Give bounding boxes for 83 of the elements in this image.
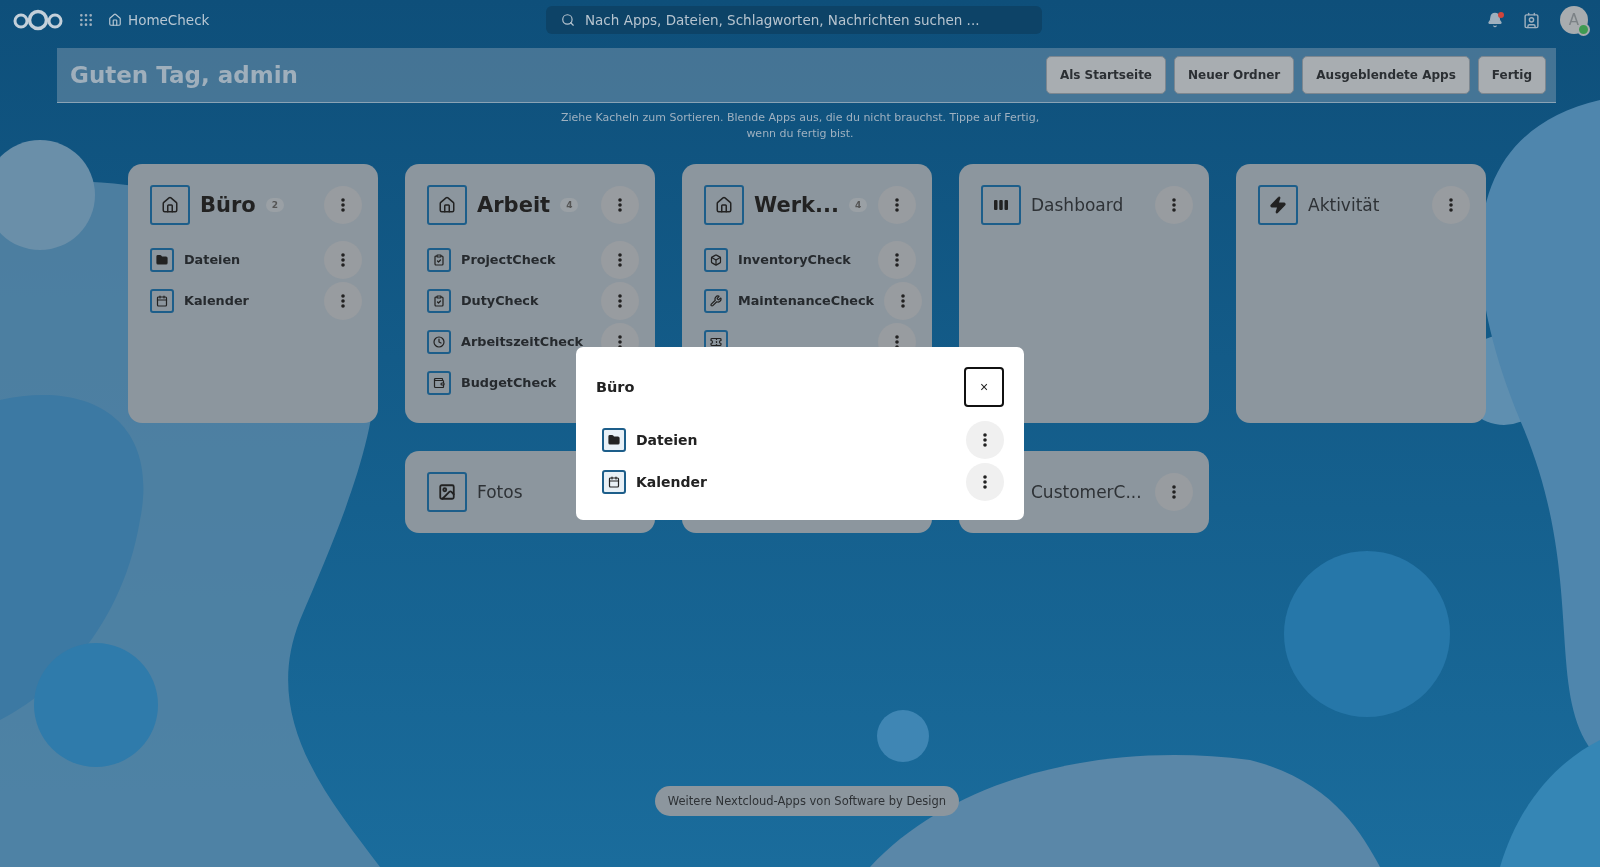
app-link[interactable]: HomeCheck — [108, 12, 210, 28]
header-button[interactable]: Neuer Ordner — [1174, 56, 1295, 94]
bars-icon — [981, 185, 1021, 225]
folder-icon — [150, 247, 174, 272]
wrench-icon — [704, 288, 728, 313]
app-name[interactable]: ProjectCheck — [461, 252, 556, 267]
search-field[interactable]: Nach Apps, Dateien, Schlagworten, Nachrichten suchen ... — [546, 6, 1042, 34]
menu-button[interactable] — [966, 421, 1004, 459]
more-icon — [983, 433, 987, 447]
house-icon — [150, 185, 190, 225]
folder-title: Büro — [200, 193, 256, 217]
menu-button[interactable] — [1155, 186, 1193, 224]
app-title: Dashboard — [1031, 195, 1124, 215]
more-icon — [341, 198, 345, 212]
menu-button[interactable] — [1155, 473, 1193, 511]
image-icon — [427, 472, 467, 512]
header-button[interactable]: Fertig — [1477, 56, 1546, 94]
item-count: 4 — [560, 198, 579, 212]
more-icon — [983, 475, 987, 489]
more-icon — [1172, 198, 1176, 212]
house-icon — [427, 185, 467, 225]
app-name[interactable]: DutyCheck — [461, 293, 539, 308]
more-icon — [895, 334, 899, 349]
folder-title: Arbeit — [477, 193, 551, 217]
clock-icon — [427, 329, 451, 354]
menu-button[interactable] — [884, 281, 923, 320]
app-title: Fotos — [477, 482, 523, 502]
menu-button[interactable] — [601, 186, 639, 224]
app-name[interactable]: Kalender — [184, 293, 249, 308]
more-icon — [618, 252, 622, 267]
more-icon — [618, 334, 622, 349]
more-icon — [1172, 485, 1176, 499]
contacts-icon[interactable] — [1523, 11, 1540, 29]
app-card[interactable]: Aktivität — [1236, 164, 1486, 423]
menu-button[interactable] — [601, 240, 639, 279]
hint-text: Ziehe Kacheln zum Sortieren. Blende Apps aus, die du nicht brauchst. Tippe auf Fertig, wenn du fertig bist. — [560, 110, 1040, 142]
bell-icon[interactable] — [1487, 12, 1503, 28]
header-button[interactable]: Als Startseite — [1045, 56, 1166, 94]
more-icon — [618, 198, 622, 212]
item-count: 4 — [848, 198, 868, 212]
dialog-title: Büro — [596, 379, 635, 395]
logo-icon[interactable] — [12, 9, 64, 31]
more-icon — [901, 293, 906, 308]
more-icon — [1449, 198, 1453, 212]
menu-button[interactable] — [966, 463, 1004, 501]
folder-title: Werk... — [754, 193, 839, 217]
more-icon — [618, 293, 622, 308]
close-button[interactable]: × — [964, 367, 1004, 407]
more-icon — [895, 252, 899, 267]
menu-button[interactable] — [878, 240, 916, 279]
menu-button[interactable] — [1432, 186, 1470, 224]
menu-button[interactable] — [878, 186, 916, 224]
app-title: Aktivität — [1308, 195, 1380, 215]
app-name[interactable]: Dateien — [636, 432, 698, 448]
app-name[interactable]: Dateien — [184, 252, 241, 267]
bolt-icon — [1258, 185, 1298, 225]
app-name[interactable]: InventoryCheck — [738, 252, 851, 267]
house-icon — [108, 13, 122, 27]
menu-button[interactable] — [324, 186, 362, 224]
menu-button[interactable] — [324, 281, 362, 320]
menu-button[interactable] — [324, 240, 362, 279]
header-button[interactable]: Ausgeblendete Apps — [1302, 56, 1470, 94]
more-icon — [895, 198, 899, 212]
greeting: Guten Tag, admin — [70, 62, 298, 88]
more-icon — [341, 293, 345, 308]
app-title: CustomerC... — [1031, 482, 1142, 502]
item-count: 2 — [265, 198, 284, 212]
app-menu-icon[interactable] — [78, 12, 94, 28]
calendar-icon — [150, 288, 174, 313]
house-icon — [704, 185, 744, 225]
app-name[interactable]: ArbeitszeitCheck — [461, 334, 584, 349]
app-name[interactable]: BudgetCheck — [461, 375, 557, 390]
menu-button[interactable] — [601, 281, 639, 320]
app-name[interactable]: MaintenanceCheck — [738, 293, 875, 308]
more-icon — [341, 252, 345, 267]
box-icon — [704, 247, 728, 272]
more-apps-link[interactable]: Weitere Nextcloud-Apps von Software by Design — [654, 786, 960, 816]
wallet-icon — [427, 370, 451, 395]
calendar-icon — [602, 470, 626, 494]
folder-icon — [602, 428, 626, 452]
clipboard-icon — [427, 247, 451, 272]
clipboard-icon — [427, 288, 451, 313]
search-icon — [561, 13, 575, 27]
